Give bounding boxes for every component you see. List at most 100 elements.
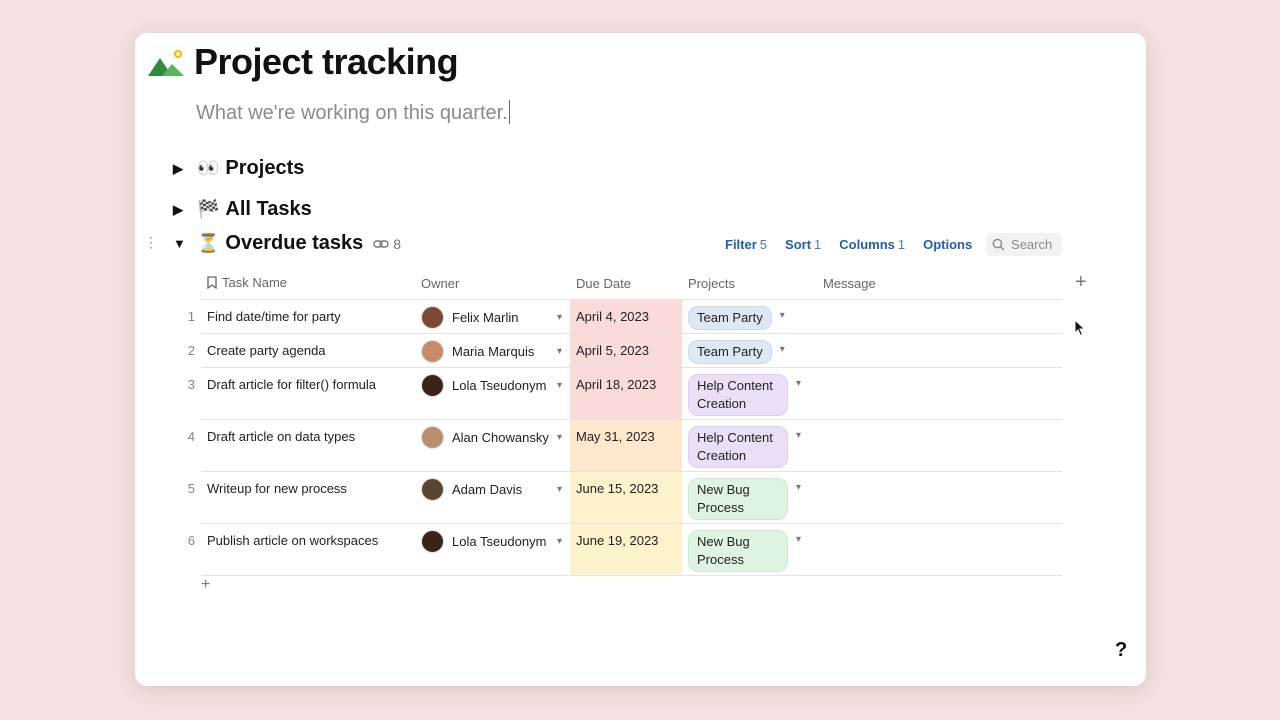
owner-cell[interactable]: Lola Tseudonym ▾ [415, 367, 570, 420]
filter-button[interactable]: Filter 5 [725, 237, 767, 252]
avatar [421, 426, 444, 449]
section-all-tasks[interactable]: ▶ 🏁 All Tasks [173, 198, 312, 221]
chevron-down-icon[interactable]: ▾ [557, 536, 562, 547]
task-name-cell[interactable]: Find date/time for party [201, 299, 415, 334]
table-row[interactable]: 2 Create party agenda Maria Marquis ▾ Apr… [177, 333, 1062, 368]
owner-name: Maria Marquis [452, 344, 535, 359]
project-cell[interactable]: Team Party ▾ [682, 299, 817, 334]
project-cell[interactable]: Help Content Creation ▾ [682, 419, 817, 472]
chevron-down-icon[interactable]: ▾ [557, 346, 562, 357]
message-cell[interactable] [817, 419, 1062, 472]
options-button[interactable]: Options [923, 237, 972, 252]
column-header-label: Task Name [222, 274, 288, 290]
search-placeholder: Search [1011, 237, 1053, 252]
column-header-due-date[interactable]: Due Date [570, 267, 682, 300]
chevron-down-icon[interactable]: ▾ [557, 380, 562, 391]
project-tag[interactable]: New Bug Process [688, 530, 788, 572]
columns-button[interactable]: Columns 1 [839, 237, 905, 252]
owner-cell[interactable]: Alan Chowansky ▾ [415, 419, 570, 472]
task-name-cell[interactable]: Draft article on data types [201, 419, 415, 472]
row-number: 6 [187, 532, 195, 548]
table-row[interactable]: 4 Draft article on data types Alan Chowa… [177, 419, 1062, 472]
columns-count: 1 [897, 237, 906, 252]
task-name-cell[interactable]: Publish article on workspaces [201, 523, 415, 576]
collapse-triangle-icon[interactable]: ▶ [173, 161, 197, 177]
table-toolbar: Filter 5 Sort 1 Columns 1 Options Search [725, 233, 1063, 256]
table-row[interactable]: 3 Draft article for filter() formula Lol… [177, 367, 1062, 420]
chevron-down-icon[interactable]: ▾ [796, 534, 801, 545]
project-tag[interactable]: Help Content Creation [688, 374, 788, 416]
row-number: 1 [187, 308, 195, 324]
message-cell[interactable] [817, 471, 1062, 524]
overdue-tasks-table: Task Name Owner Due Date Projects Messag… [177, 267, 1062, 576]
drag-handle-icon[interactable]: ⋮ [144, 234, 158, 251]
table-row[interactable]: 1 Find date/time for party Felix Marlin ▾… [177, 299, 1062, 334]
project-tag[interactable]: Team Party [688, 306, 772, 330]
chevron-down-icon[interactable]: ▾ [557, 312, 562, 323]
message-cell[interactable] [817, 299, 1062, 334]
chevron-down-icon[interactable]: ▾ [796, 430, 801, 441]
section-projects[interactable]: ▶ 👀 Projects [173, 157, 304, 180]
add-column-button[interactable]: + [1075, 271, 1087, 294]
owner-name: Alan Chowansky [452, 430, 549, 445]
message-cell[interactable] [817, 333, 1062, 368]
due-date-cell[interactable]: April 18, 2023 [570, 367, 682, 420]
column-header-task-name[interactable]: Task Name [201, 267, 415, 300]
project-tag[interactable]: Team Party [688, 340, 772, 364]
link-icon [373, 239, 389, 248]
owner-name: Lola Tseudonym [452, 534, 547, 549]
row-number: 5 [187, 480, 195, 496]
sort-count: 1 [814, 237, 822, 252]
row-number: 4 [187, 428, 195, 444]
owner-cell[interactable]: Lola Tseudonym ▾ [415, 523, 570, 576]
chevron-down-icon[interactable]: ▾ [557, 432, 562, 443]
project-cell[interactable]: Team Party ▾ [682, 333, 817, 368]
page-subtitle[interactable]: What we're working on this quarter. [196, 100, 510, 125]
page-title[interactable]: Project tracking [194, 41, 459, 83]
owner-cell[interactable]: Felix Marlin ▾ [415, 299, 570, 334]
add-row-button[interactable]: + [201, 576, 210, 594]
table-row[interactable]: 5 Writeup for new process Adam Davis ▾ Ju… [177, 471, 1062, 524]
section-projects-label: Projects [225, 157, 305, 179]
link-count[interactable]: 8 [373, 236, 401, 252]
column-header-projects[interactable]: Projects [682, 267, 817, 300]
due-date-cell[interactable]: April 4, 2023 [570, 299, 682, 334]
project-cell[interactable]: New Bug Process ▾ [682, 523, 817, 576]
project-cell[interactable]: Help Content Creation ▾ [682, 367, 817, 420]
project-tag[interactable]: New Bug Process [688, 478, 788, 520]
expand-triangle-icon[interactable]: ▼ [173, 236, 197, 251]
task-name-cell[interactable]: Create party agenda [201, 333, 415, 368]
columns-label: Columns [839, 237, 895, 252]
section-all-tasks-label: All Tasks [225, 198, 312, 220]
section-overdue-tasks[interactable]: ▼ ⏳ Overdue tasks 8 [173, 232, 401, 255]
collapse-triangle-icon[interactable]: ▶ [173, 202, 197, 218]
chevron-down-icon[interactable]: ▾ [796, 378, 801, 389]
due-date-cell[interactable]: May 31, 2023 [570, 419, 682, 472]
search-icon [992, 238, 1005, 251]
sort-label: Sort [785, 237, 812, 252]
task-name-cell[interactable]: Writeup for new process [201, 471, 415, 524]
link-count-value: 8 [393, 235, 402, 252]
chevron-down-icon[interactable]: ▾ [557, 484, 562, 495]
chevron-down-icon[interactable]: ▾ [780, 344, 785, 355]
project-tag[interactable]: Help Content Creation [688, 426, 788, 468]
owner-cell[interactable]: Adam Davis ▾ [415, 471, 570, 524]
sort-button[interactable]: Sort 1 [785, 237, 821, 252]
chevron-down-icon[interactable]: ▾ [796, 482, 801, 493]
help-button[interactable]: ? [1115, 639, 1127, 662]
table-row[interactable]: 6 Publish article on workspaces Lola Tse… [177, 523, 1062, 576]
search-input[interactable]: Search [986, 233, 1063, 256]
project-cell[interactable]: New Bug Process ▾ [682, 471, 817, 524]
column-header-message[interactable]: Message [817, 267, 1062, 300]
avatar [421, 374, 444, 397]
task-name-cell[interactable]: Draft article for filter() formula [201, 367, 415, 420]
message-cell[interactable] [817, 523, 1062, 576]
due-date-cell[interactable]: June 19, 2023 [570, 523, 682, 576]
chevron-down-icon[interactable]: ▾ [780, 310, 785, 321]
message-cell[interactable] [817, 367, 1062, 420]
owner-cell[interactable]: Maria Marquis ▾ [415, 333, 570, 368]
filter-label: Filter [725, 237, 757, 252]
due-date-cell[interactable]: April 5, 2023 [570, 333, 682, 368]
due-date-cell[interactable]: June 15, 2023 [570, 471, 682, 524]
column-header-owner[interactable]: Owner [415, 267, 570, 300]
